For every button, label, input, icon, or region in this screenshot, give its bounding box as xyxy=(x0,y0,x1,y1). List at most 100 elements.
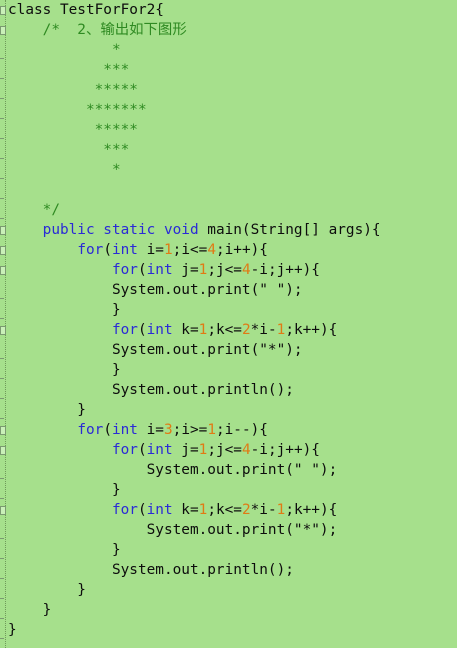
fold-toggle-icon[interactable] xyxy=(0,426,6,435)
fold-toggle-icon[interactable] xyxy=(0,326,6,335)
code-line[interactable]: for(int k=1;k<=2*i-1;k++){ xyxy=(8,500,337,520)
gutter-tick xyxy=(0,578,4,579)
code-line[interactable]: for(int j=1;j<=4-i;j++){ xyxy=(8,440,320,460)
gutter-tick xyxy=(0,118,4,119)
code-line[interactable]: } xyxy=(8,580,86,600)
gutter-tick xyxy=(0,358,4,359)
code-line[interactable]: class TestForFor2{ xyxy=(8,0,164,20)
keyword-token: public static void xyxy=(8,222,208,238)
code-token: ;k<= xyxy=(207,322,242,338)
code-token: ( xyxy=(103,242,112,258)
gutter-tick xyxy=(0,98,4,99)
comment-token: *** xyxy=(8,62,130,78)
code-line[interactable]: * xyxy=(8,160,121,180)
fold-toggle-icon[interactable] xyxy=(0,26,6,35)
code-token: System.out.print("*"); xyxy=(8,522,338,538)
number-token: 4 xyxy=(241,262,251,278)
gutter-tick xyxy=(0,378,4,379)
comment-token: */ xyxy=(8,202,60,218)
keyword-token: int xyxy=(146,262,173,278)
code-line[interactable]: System.out.println(); xyxy=(8,560,294,580)
code-line[interactable]: System.out.print("*"); xyxy=(8,520,338,540)
fold-toggle-icon[interactable] xyxy=(0,6,6,15)
gutter-tick xyxy=(0,298,4,299)
code-token: *i- xyxy=(250,502,277,518)
code-line[interactable]: * xyxy=(8,40,121,60)
code-line[interactable]: System.out.print(" "); xyxy=(8,460,338,480)
gutter-tick xyxy=(0,178,4,179)
fold-toggle-icon[interactable] xyxy=(0,506,6,515)
code-token: k= xyxy=(172,502,199,518)
code-line[interactable]: System.out.println(); xyxy=(8,380,294,400)
code-token: ( xyxy=(137,502,147,518)
code-line[interactable]: } xyxy=(8,400,86,420)
code-line[interactable]: } xyxy=(8,600,52,620)
code-token: ( xyxy=(137,322,147,338)
comment-token: /* 2、输出如下图形 xyxy=(8,22,187,38)
code-token: ;k<= xyxy=(207,502,242,518)
keyword-token: for xyxy=(111,262,138,278)
code-line[interactable]: } xyxy=(8,540,121,560)
code-token: ;i--){ xyxy=(215,422,268,438)
code-line[interactable]: } xyxy=(8,300,121,320)
code-line[interactable]: for(int j=1;j<=4-i;j++){ xyxy=(8,260,320,280)
gutter-tick xyxy=(0,158,4,159)
gutter-tick xyxy=(0,498,4,499)
gutter-tick xyxy=(0,538,4,539)
number-token: 1 xyxy=(198,442,208,458)
code-token: System.out.print(" "); xyxy=(8,282,303,298)
keyword-token: for xyxy=(111,442,138,458)
code-token: ;i<= xyxy=(172,242,208,258)
number-token: 1 xyxy=(276,502,286,518)
fold-toggle-icon[interactable] xyxy=(0,446,6,455)
gutter-tick xyxy=(0,558,4,559)
code-line[interactable]: */ xyxy=(8,200,60,220)
code-token: k= xyxy=(172,322,199,338)
code-line[interactable]: System.out.print("*"); xyxy=(8,340,303,360)
code-line[interactable]: ***** xyxy=(8,120,138,140)
code-token: } xyxy=(8,402,86,418)
code-line[interactable]: for(int k=1;k<=2*i-1;k++){ xyxy=(8,320,337,340)
code-line[interactable]: *** xyxy=(8,140,129,160)
code-token: main(String[] args){ xyxy=(207,222,381,238)
code-line[interactable]: for(int i=1;i<=4;i++){ xyxy=(8,240,268,260)
code-line[interactable]: } xyxy=(8,620,17,640)
code-line[interactable]: } xyxy=(8,360,121,380)
code-token: ;k++){ xyxy=(285,322,338,338)
code-token: -i;j++){ xyxy=(250,442,320,458)
number-token: 4 xyxy=(241,442,251,458)
code-token: } xyxy=(8,482,121,498)
code-line[interactable]: ***** xyxy=(8,80,138,100)
number-token: 1 xyxy=(198,502,208,518)
number-token: 1 xyxy=(198,322,208,338)
gutter-tick xyxy=(0,418,4,419)
code-line[interactable]: for(int i=3;i>=1;i--){ xyxy=(8,420,268,440)
number-token: 1 xyxy=(276,322,286,338)
code-line[interactable]: ******* xyxy=(8,100,147,120)
comment-token: * xyxy=(8,162,121,178)
code-editor[interactable]: class TestForFor2{ /* 2、输出如下图形 * *** ***… xyxy=(0,0,457,648)
code-token: ( xyxy=(103,422,112,438)
comment-token: *** xyxy=(8,142,130,158)
code-line[interactable]: public static void main(String[] args){ xyxy=(8,220,381,240)
code-line[interactable]: /* 2、输出如下图形 xyxy=(8,20,187,40)
code-line[interactable]: System.out.print(" "); xyxy=(8,280,303,300)
number-token: 4 xyxy=(207,242,216,258)
fold-toggle-icon[interactable] xyxy=(0,226,6,235)
fold-toggle-icon[interactable] xyxy=(0,266,6,275)
keyword-token: int xyxy=(111,242,138,258)
code-token: ;k++){ xyxy=(285,502,338,518)
code-line[interactable]: *** xyxy=(8,60,129,80)
comment-token: ***** xyxy=(8,122,138,138)
code-token: *i- xyxy=(250,322,277,338)
fold-toggle-icon[interactable] xyxy=(0,246,6,255)
code-line[interactable]: } xyxy=(8,480,121,500)
code-token: } xyxy=(8,622,17,638)
keyword-token: for xyxy=(111,502,138,518)
comment-token: * xyxy=(8,42,121,58)
keyword-token: for xyxy=(77,422,104,438)
